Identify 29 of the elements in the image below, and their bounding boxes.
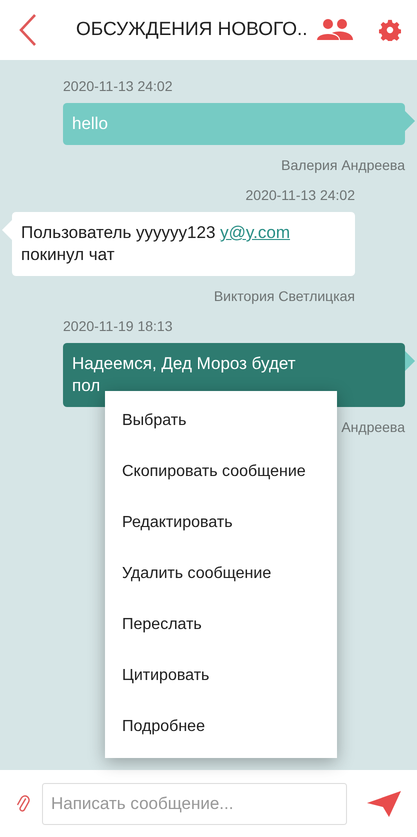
message-text: hello: [72, 113, 109, 135]
menu-item[interactable]: Цитировать: [105, 650, 337, 701]
message-time: 2020-11-13 24:02: [63, 78, 174, 94]
back-icon[interactable]: [18, 13, 38, 47]
bubble-tail: [405, 351, 415, 371]
message-text: покинул чат: [21, 244, 116, 266]
author-name: Виктория Светлицкая: [214, 288, 355, 304]
email-link[interactable]: y@y.com: [220, 223, 290, 242]
bubble-tail: [405, 111, 415, 131]
people-icon[interactable]: [317, 18, 353, 42]
message-text: Пользователь yyyyyy123 y@y.com: [21, 222, 291, 244]
menu-item[interactable]: Удалить сообщение: [105, 548, 337, 599]
menu-item[interactable]: Подробнее: [105, 701, 337, 752]
bubble-tail: [2, 220, 12, 240]
settings-icon[interactable]: [379, 19, 401, 41]
menu-item[interactable]: Скопировать сообщение: [105, 446, 337, 497]
message-text: пол: [72, 375, 102, 397]
message-input[interactable]: Написать сообщение...: [42, 782, 347, 824]
menu-item[interactable]: Переслать: [105, 599, 337, 650]
send-icon[interactable]: [367, 790, 401, 816]
attachment-icon[interactable]: [16, 792, 30, 814]
message-bubble[interactable]: Пользователь yyyyyy123 y@y.com покинул чат: [12, 212, 355, 276]
menu-item[interactable]: Редактировать: [105, 497, 337, 548]
author-name: Валерия Андреева: [281, 157, 405, 173]
message-time: 2020-11-13 24:02: [246, 187, 355, 203]
chat-title: ОБСУЖДЕНИЯ НОВОГО..: [76, 19, 309, 41]
author-name: Андреева: [341, 419, 405, 435]
message-time: 2020-11-19 18:13: [63, 318, 174, 334]
message-text: Надеемся, Дед Мороз будет: [72, 353, 297, 375]
